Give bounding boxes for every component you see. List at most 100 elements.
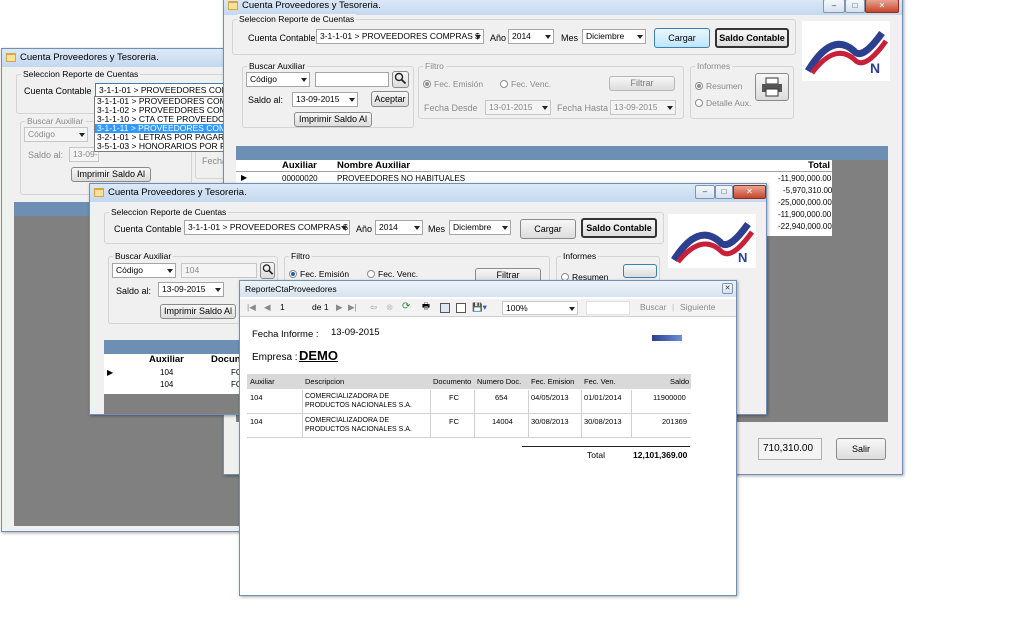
codigo-combo[interactable]: Código: [246, 72, 310, 87]
back-icon[interactable]: ⇦: [370, 302, 377, 313]
cell-total[interactable]: -11,900,000.00: [778, 174, 831, 183]
prev-page-icon[interactable]: ◀: [264, 302, 271, 313]
search-button[interactable]: [260, 262, 275, 279]
fec-emision-radio[interactable]: Fec. Emisión: [289, 269, 349, 279]
search-button[interactable]: [392, 71, 409, 88]
fec-venc-radio[interactable]: Fec. Venc.: [367, 269, 418, 279]
salir-button[interactable]: Salir: [836, 438, 886, 460]
minimize-button[interactable]: –: [695, 185, 715, 199]
cell-total[interactable]: -25,000,000.00: [778, 198, 832, 207]
cargar-button[interactable]: Cargar: [654, 28, 710, 48]
row-indicator-icon: ▶: [107, 368, 114, 377]
close-button[interactable]: ✕: [865, 0, 899, 13]
cargar-button[interactable]: Cargar: [520, 219, 576, 239]
app-icon: [6, 53, 16, 62]
title-bar[interactable]: Cuenta Proveedores y Tesoreria.: [2, 49, 240, 67]
cell-total[interactable]: -5,970,310.00: [783, 186, 832, 195]
saldo-contable-button[interactable]: Saldo Contable: [715, 28, 789, 48]
filtrar-button[interactable]: Filtrar: [609, 76, 675, 91]
radio-label: Fec. Emisión: [434, 79, 484, 89]
next-page-icon[interactable]: ▶: [336, 302, 343, 313]
report-title-bar[interactable]: ReporteCtaProveedores: [240, 281, 736, 297]
total-box: 710,310.00: [758, 438, 822, 460]
stop-icon[interactable]: ⊗: [386, 302, 393, 313]
detalle-radio[interactable]: Detalle Aux.: [695, 98, 751, 108]
radio-label: Detalle Aux.: [706, 98, 752, 108]
title-bar[interactable]: Cuenta Proveedores y Tesoreria.: [224, 0, 902, 15]
saldo-date[interactable]: 13-09-2015: [158, 282, 224, 297]
codigo-combo[interactable]: Código: [112, 263, 176, 278]
cell-emision: 04/05/2013: [531, 393, 569, 402]
refresh-icon[interactable]: ⟳: [402, 301, 410, 312]
saldo-label: Saldo al:: [116, 286, 152, 296]
imprimir-saldo-button[interactable]: Imprimir Saldo Al: [294, 112, 372, 127]
export-icon[interactable]: 💾▾: [472, 302, 487, 313]
anio-value: 2014: [512, 31, 531, 41]
buscar-input[interactable]: 104: [181, 263, 257, 278]
chevron-down-icon: [569, 307, 575, 311]
codigo-combo[interactable]: Código: [24, 127, 88, 142]
cell-ven: 01/01/2014: [584, 393, 622, 402]
cell-total[interactable]: -11,900,000.00: [778, 210, 831, 219]
minimize-button[interactable]: –: [823, 0, 845, 13]
cell-total[interactable]: -22,940,000.00: [778, 222, 832, 231]
print-icon[interactable]: 🖶: [422, 301, 430, 315]
siguiente-link[interactable]: Siguiente: [680, 302, 715, 312]
grid-top-bar: [104, 340, 254, 354]
resumen-radio[interactable]: Resumen: [695, 81, 742, 91]
grid-top-bar: [236, 146, 888, 160]
cell-auxiliar[interactable]: 104: [160, 380, 173, 389]
find-input[interactable]: [586, 301, 630, 315]
imprimir-saldo-button[interactable]: Imprimir Saldo Al: [160, 304, 236, 319]
col-nombre: Nombre Auxiliar: [337, 160, 411, 171]
dropdown-item[interactable]: 3-5-1-03 > HONORARIOS POR PAGA: [95, 142, 223, 151]
maximize-button[interactable]: □: [845, 0, 865, 13]
buscar-input[interactable]: [315, 72, 389, 87]
cell-doc: FC: [449, 417, 459, 426]
fecha-hasta-date[interactable]: 13-09-2015: [610, 100, 676, 115]
group-title: Buscar Auxiliar: [247, 61, 308, 71]
cell-doc: FC: [449, 393, 459, 402]
cell-num: 654: [495, 393, 508, 402]
cuenta-combo[interactable]: 3-1-1-01 > PROVEEDORES COMPRAS $: [316, 29, 484, 44]
cell-auxiliar[interactable]: 00000020: [282, 174, 318, 183]
saldo-contable-button[interactable]: Saldo Contable: [581, 218, 657, 238]
saldo-date[interactable]: 13-09-2015: [292, 92, 358, 107]
radio-label: Fec. Emisión: [300, 269, 350, 279]
calendar-dropdown-icon: [542, 106, 548, 110]
buscar-link[interactable]: Buscar: [640, 302, 666, 312]
maximize-button[interactable]: □: [715, 185, 733, 199]
page-setup-icon[interactable]: [456, 303, 466, 313]
fec-venc-radio[interactable]: Fec. Venc.: [500, 79, 551, 89]
close-button[interactable]: ✕: [722, 283, 733, 294]
cuenta-value: 3-1-1-01 > PROVEEDORES COMPRA: [99, 85, 235, 95]
col-divider: [581, 390, 582, 438]
print-button[interactable]: [623, 264, 657, 278]
total-label: Total: [587, 450, 605, 460]
cell-auxiliar[interactable]: 104: [160, 368, 173, 377]
anio-combo[interactable]: 2014: [508, 29, 554, 44]
anio-combo[interactable]: 2014: [375, 220, 423, 235]
cell-desc: COMERCIALIZADORA DE: [305, 417, 390, 424]
page-input[interactable]: 1: [280, 302, 300, 312]
fecha-desde-date[interactable]: 13-01-2015: [485, 100, 551, 115]
imprimir-button[interactable]: Imprimir Saldo Al: [71, 167, 151, 182]
first-page-icon[interactable]: |◀: [247, 302, 256, 313]
cuenta-combo[interactable]: 3-1-1-01 > PROVEEDORES COMPRAS $: [184, 220, 350, 235]
chevron-down-icon: [545, 35, 551, 39]
company-logo: N: [668, 214, 756, 268]
print-layout-icon[interactable]: [440, 303, 450, 313]
print-button[interactable]: [755, 73, 789, 101]
search-icon: [394, 72, 407, 85]
aceptar-button[interactable]: Aceptar: [371, 91, 409, 107]
close-button[interactable]: ✕: [733, 185, 766, 199]
title-bar[interactable]: Cuenta Proveedores y Tesoreria.: [90, 184, 766, 202]
last-page-icon[interactable]: ▶|: [348, 302, 357, 313]
zoom-combo[interactable]: 100%: [502, 301, 578, 315]
fec-emision-radio[interactable]: Fec. Emisión: [423, 79, 483, 89]
mes-combo[interactable]: Diciembre: [582, 29, 646, 44]
chevron-down-icon: [79, 133, 85, 137]
col-documento: Docun: [211, 354, 241, 365]
cell-nombre[interactable]: PROVEEDORES NO HABITUALES: [337, 174, 465, 183]
mes-combo[interactable]: Diciembre: [449, 220, 511, 235]
